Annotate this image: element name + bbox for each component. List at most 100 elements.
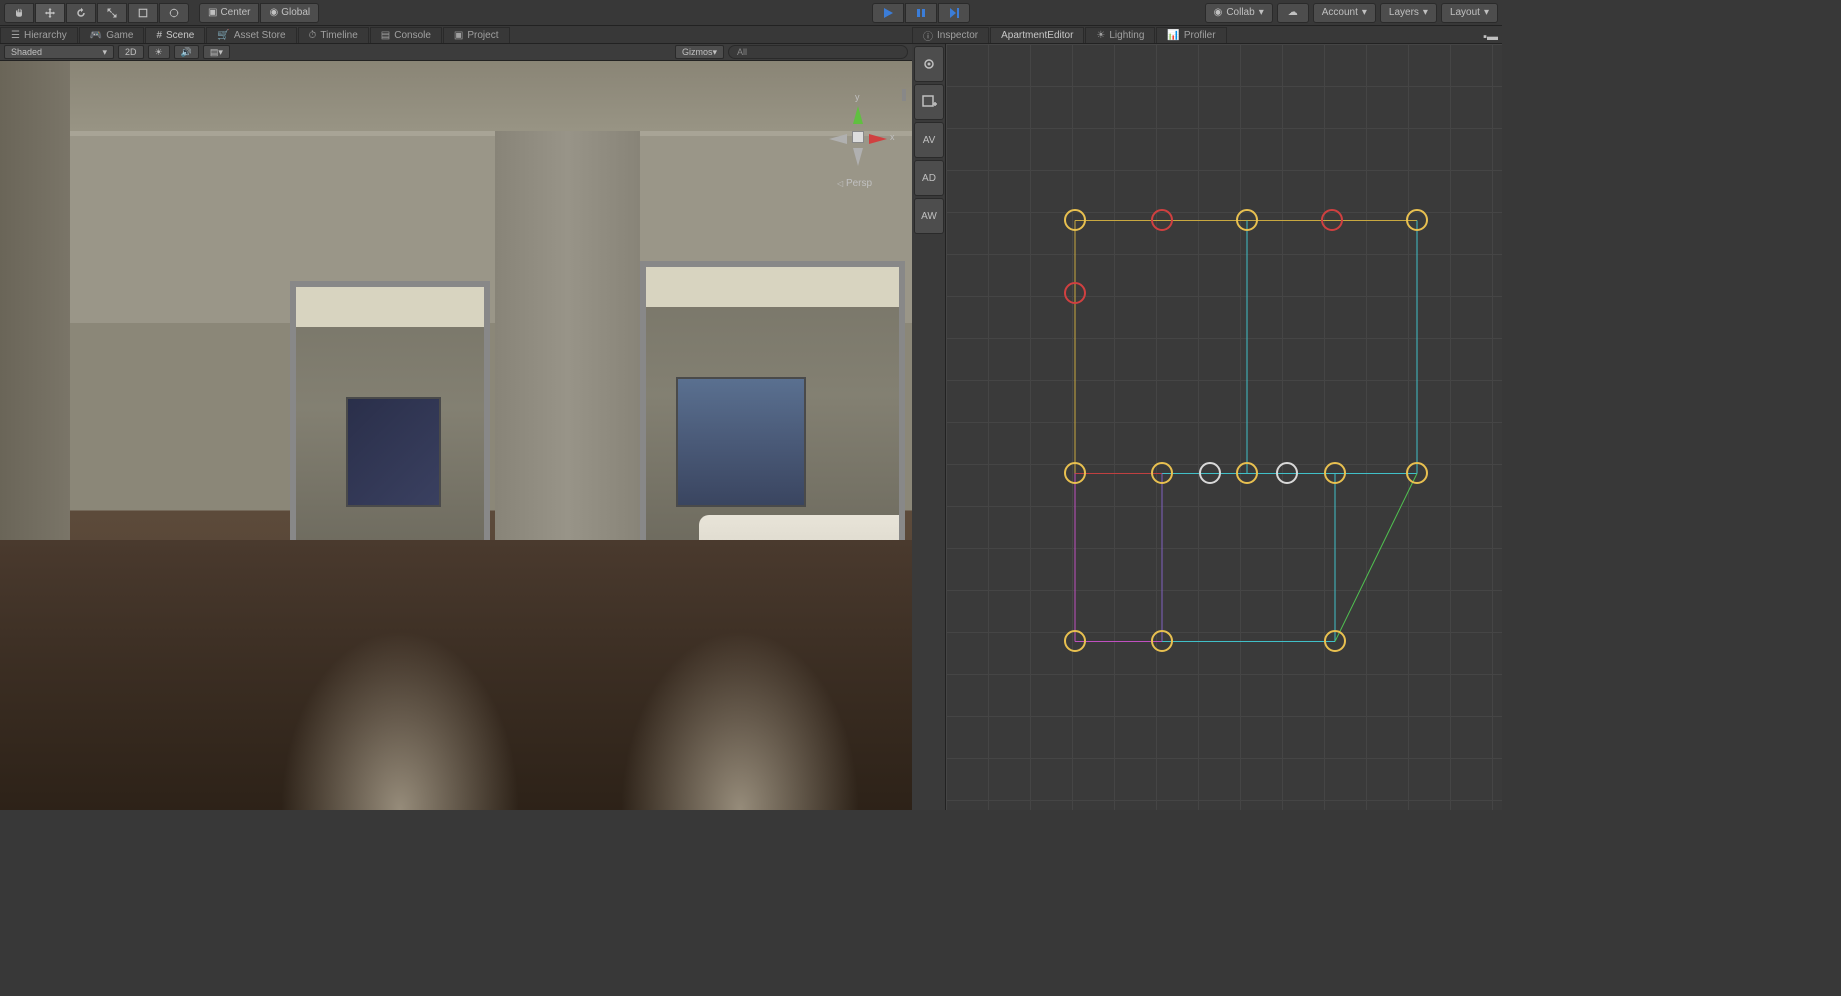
graph-node[interactable] xyxy=(1406,462,1428,484)
tab-label: Profiler xyxy=(1184,30,1216,41)
graph-node[interactable] xyxy=(1324,630,1346,652)
scale-tool[interactable] xyxy=(97,3,127,23)
scene-viewport[interactable]: x y ◁ Persp xyxy=(0,61,912,810)
shaded-label: Shaded xyxy=(11,47,42,57)
orientation-gizmo[interactable]: x y ◁ Persp xyxy=(817,96,897,176)
lighting-toggle[interactable]: ☀ xyxy=(148,45,170,59)
play-button[interactable] xyxy=(872,3,904,23)
scene-lock-icon[interactable] xyxy=(902,89,906,101)
step-button[interactable] xyxy=(938,3,970,23)
ceiling xyxy=(0,61,912,131)
tab-options-icon[interactable]: ▪▬ xyxy=(1483,31,1498,43)
aw-tool[interactable]: AW xyxy=(914,198,944,234)
center-icon: ▣ xyxy=(208,7,217,18)
tab-label: ApartmentEditor xyxy=(1001,30,1073,41)
account-label: Account xyxy=(1322,7,1358,18)
graph-node[interactable] xyxy=(1064,462,1086,484)
tab-apartment-editor[interactable]: ApartmentEditor xyxy=(990,27,1084,43)
layout-dropdown[interactable]: Layout ▾ xyxy=(1441,3,1498,23)
graph-edge xyxy=(1075,641,1162,642)
gizmo-persp-label[interactable]: ◁ Persp xyxy=(837,178,872,189)
audio-toggle[interactable]: 🔊 xyxy=(174,45,199,59)
tab-asset-store[interactable]: 🛒 Asset Store xyxy=(206,27,296,43)
tab-hierarchy[interactable]: ☰ Hierarchy xyxy=(0,27,78,43)
graph-node[interactable] xyxy=(1236,462,1258,484)
rect-tool[interactable] xyxy=(128,3,158,23)
graph-edge xyxy=(1335,473,1417,474)
apartment-editor-canvas[interactable] xyxy=(946,44,1502,810)
graph-node[interactable] xyxy=(1199,462,1221,484)
chevron-down-icon: ▾ xyxy=(1484,7,1489,18)
pivot-global-label: Global xyxy=(281,7,310,18)
aw-label: AW xyxy=(921,211,937,222)
tab-game[interactable]: 🎮Game xyxy=(79,27,145,43)
tab-label: Hierarchy xyxy=(24,30,67,41)
graph-edge xyxy=(1162,474,1163,642)
account-dropdown[interactable]: Account▾ xyxy=(1313,3,1376,23)
gizmo-neg-y[interactable] xyxy=(853,148,863,166)
rotate-tool[interactable] xyxy=(66,3,96,23)
tab-scene[interactable]: #Scene xyxy=(145,27,205,43)
tab-profiler[interactable]: 📊Profiler xyxy=(1156,27,1226,43)
scene-search-input[interactable] xyxy=(728,45,908,59)
cloud-button[interactable]: ☁ xyxy=(1277,3,1309,23)
av-label: AV xyxy=(923,135,936,146)
graph-node[interactable] xyxy=(1151,462,1173,484)
layers-dropdown[interactable]: Layers ▾ xyxy=(1380,3,1437,23)
graph-node[interactable] xyxy=(1064,209,1086,231)
gizmo-neg-x[interactable] xyxy=(829,134,847,144)
graph-node[interactable] xyxy=(1406,209,1428,231)
gizmo-y-axis[interactable] xyxy=(853,106,863,124)
layers-label: Layers xyxy=(1389,7,1419,18)
transform-tool[interactable] xyxy=(159,3,189,23)
chevron-down-icon: ▾ xyxy=(218,47,223,58)
collab-dropdown[interactable]: ◉Collab▾ xyxy=(1205,3,1273,23)
hand-tool[interactable] xyxy=(4,3,34,23)
hierarchy-icon: ☰ xyxy=(11,30,20,41)
gizmo-x-axis[interactable] xyxy=(869,134,887,144)
graph-node[interactable] xyxy=(1236,209,1258,231)
ad-tool[interactable]: AD xyxy=(914,160,944,196)
gizmo-center[interactable] xyxy=(852,131,864,143)
graph-node[interactable] xyxy=(1324,462,1346,484)
layout-label: Layout xyxy=(1450,7,1480,18)
vertex-tool[interactable] xyxy=(914,46,944,82)
store-icon: 🛒 xyxy=(217,30,229,41)
add-rect-tool[interactable] xyxy=(914,84,944,120)
av-tool[interactable]: AV xyxy=(914,122,944,158)
graph-node[interactable] xyxy=(1276,462,1298,484)
graph-node[interactable] xyxy=(1151,209,1173,231)
tab-project[interactable]: ▣Project xyxy=(443,27,510,43)
timeline-icon: ⏱ xyxy=(309,30,317,41)
chevron-down-icon: ▾ xyxy=(1423,7,1428,18)
move-tool[interactable] xyxy=(35,3,65,23)
tab-inspector[interactable]: ⓘInspector xyxy=(912,27,989,43)
shaded-dropdown[interactable]: Shaded ▾ xyxy=(4,45,114,59)
right-tab-bar: ⓘInspector ApartmentEditor ☀Lighting 📊Pr… xyxy=(912,26,1502,44)
play-controls xyxy=(872,3,970,23)
tab-lighting[interactable]: ☀Lighting xyxy=(1085,27,1155,43)
fx-toggle[interactable]: ▤▾ xyxy=(203,45,230,59)
scene-icon: # xyxy=(156,30,162,41)
tab-console[interactable]: ▤Console xyxy=(370,27,442,43)
sun-icon: ☀ xyxy=(155,47,163,58)
graph-node[interactable] xyxy=(1321,209,1343,231)
transform-tools xyxy=(4,3,189,23)
pivot-global-button[interactable]: ◉Global xyxy=(260,3,319,23)
graph-node[interactable] xyxy=(1151,630,1173,652)
chevron-down-icon: ▾ xyxy=(102,47,107,58)
graph-edge xyxy=(1075,474,1076,642)
chevron-down-icon: ▾ xyxy=(712,47,717,58)
left-tab-bar: ☰ Hierarchy 🎮Game #Scene 🛒 Asset Store ⏱Ti… xyxy=(0,26,912,44)
tab-label: Asset Store xyxy=(234,30,286,41)
pivot-center-button[interactable]: ▣Center xyxy=(199,3,259,23)
graph-node[interactable] xyxy=(1064,282,1086,304)
fx-icon: ▤ xyxy=(210,47,219,58)
gizmos-dropdown[interactable]: Gizmos▾ xyxy=(675,45,724,59)
pause-button[interactable] xyxy=(905,3,937,23)
collab-label: Collab xyxy=(1226,7,1254,18)
2d-toggle[interactable]: 2D xyxy=(118,45,144,59)
chevron-down-icon: ▾ xyxy=(1259,7,1264,18)
graph-node[interactable] xyxy=(1064,630,1086,652)
tab-timeline[interactable]: ⏱Timeline xyxy=(298,27,369,43)
